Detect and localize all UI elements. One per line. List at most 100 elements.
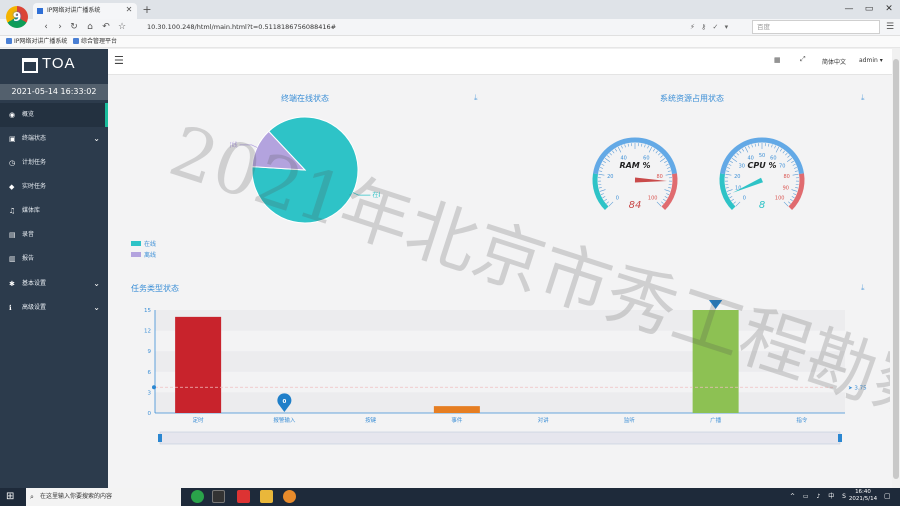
browser-tab[interactable]: IP网络对讲广播系统	[33, 3, 137, 19]
sidebar-item-7[interactable]: ✱ 基本设置 ⌄	[0, 272, 108, 296]
gauge-tick	[793, 193, 797, 195]
taskbar-wps-icon[interactable]	[237, 490, 250, 503]
bar-3[interactable]	[433, 406, 480, 413]
bookmark-management[interactable]: 综合管理平台	[73, 36, 117, 48]
minimize-icon[interactable]: —	[842, 2, 856, 16]
cpu-gauge: 010203040 50 60708090100CPU %8	[719, 137, 805, 211]
bar-6[interactable]	[692, 310, 739, 413]
gauge-tick	[782, 150, 785, 154]
fullscreen-icon[interactable]: ⤢	[800, 55, 806, 64]
sidebar-item-3[interactable]: ◆ 实时任务	[0, 175, 108, 199]
bookmark-ip-broadcast[interactable]: IP网络对讲广播系统	[6, 36, 67, 48]
gauge-tick	[792, 163, 796, 166]
chevron-down-icon[interactable]: ⌄	[93, 127, 100, 151]
bar-0[interactable]	[175, 316, 222, 413]
y-tick-label: 15	[144, 308, 151, 314]
gauge-tick-label: 0	[616, 196, 619, 202]
sidebar-item-label: 报告	[22, 255, 35, 262]
reload-icon[interactable]: ↻	[68, 20, 80, 34]
grid-band	[155, 392, 845, 413]
legend-online[interactable]: 在线	[131, 239, 156, 248]
scrollbar-thumb[interactable]	[893, 59, 899, 479]
legend-offline[interactable]: 离线	[131, 250, 156, 259]
language-select[interactable]: 简体中文	[822, 57, 846, 66]
search-input[interactable]: 百度	[752, 20, 880, 34]
sidebar-item-label: 终端状态	[22, 135, 47, 142]
zoom-handle-right[interactable]	[838, 434, 842, 442]
download-icon[interactable]: ⤓	[474, 93, 478, 103]
sidebar-item-0[interactable]: ◉ 概览	[0, 103, 108, 127]
x-tick-label: 指令	[796, 416, 808, 424]
new-tab-button[interactable]: +	[141, 3, 153, 17]
system-tray[interactable]: ^ ▭ ♪ 中 S	[790, 491, 849, 500]
star-icon[interactable]: ☆	[116, 20, 128, 34]
chevron-down-icon[interactable]: ⌄	[93, 296, 100, 320]
gauge-tick	[741, 148, 745, 152]
notification-icon[interactable]: ▢	[884, 492, 891, 500]
clock-icon: ◷	[9, 159, 16, 167]
gauge-tick	[647, 145, 649, 149]
gauge-tick	[668, 187, 672, 189]
gauge-tick	[599, 189, 606, 192]
gauge-tick	[608, 201, 614, 207]
address-bar[interactable]: 10.30.100.248/html/main.html?t=0.5118186…	[139, 21, 699, 34]
home-icon[interactable]: ⌂	[84, 20, 96, 34]
tab-close-icon[interactable]: ✕	[124, 3, 134, 17]
music-icon: ♫	[9, 207, 16, 215]
terminal-status-title: 终端在线状态	[281, 94, 329, 103]
gauge-tick	[602, 160, 606, 163]
zoom-handle-left[interactable]	[158, 434, 162, 442]
sidebar-item-2[interactable]: ◷ 计划任务	[0, 151, 108, 175]
terminal-icon: ▣	[9, 135, 16, 143]
forward-icon[interactable]: ›	[54, 20, 66, 34]
task-status-title: 任务类型状态	[131, 284, 179, 293]
taskbar-app-icon[interactable]	[191, 490, 204, 503]
windows-start-icon[interactable]: ⊞	[6, 491, 14, 502]
legend-swatch	[131, 241, 141, 246]
sidebar-item-label: 概览	[22, 111, 35, 118]
back-icon[interactable]: ‹	[40, 20, 52, 34]
browser-menu-icon[interactable]: ☰	[884, 20, 896, 34]
gauge-tick	[655, 150, 658, 154]
terminal-pie-chart: 在线 离线	[230, 116, 380, 224]
gauge-tick	[659, 158, 666, 163]
download-icon[interactable]: ⤓	[861, 283, 865, 293]
bookmarks-bar: IP网络对讲广播系统 综合管理平台	[0, 36, 900, 48]
taskbar-browser-icon[interactable]	[283, 490, 296, 503]
favicon-icon	[37, 8, 43, 14]
gauge-value: 84	[629, 200, 642, 211]
download-icon[interactable]: ⤓	[861, 93, 865, 103]
sidebar-item-4[interactable]: ♫ 媒体库	[0, 199, 108, 223]
taskbar-clock[interactable]: 16:40 2021/5/14	[848, 489, 878, 503]
apps-grid-icon[interactable]: ▦	[774, 56, 781, 64]
hamburger-menu-icon[interactable]: ☰	[114, 55, 128, 67]
sidebar-item-8[interactable]: ℹ 高级设置 ⌄	[0, 296, 108, 320]
undo-icon[interactable]: ↶	[100, 20, 112, 34]
y-tick-label: 0	[148, 411, 152, 417]
sidebar-item-6[interactable]: ▥ 报告	[0, 247, 108, 271]
y-tick-label: 9	[148, 349, 152, 355]
taskbar-search-input[interactable]: ⌕ 在这里输入你要搜索的内容	[26, 488, 181, 506]
taskbar-terminal-icon[interactable]	[212, 490, 225, 503]
sidebar-item-1[interactable]: ▣ 终端状态 ⌄	[0, 127, 108, 151]
gauge-tick	[598, 187, 602, 189]
sidebar-item-label: 媒体库	[22, 207, 41, 214]
address-bar-icons[interactable]: ⚡ ⚷ ✓ ▾	[690, 21, 730, 34]
url-text: 10.30.100.248/html/main.html?t=0.5118186…	[147, 23, 337, 31]
y-tick-label: 12	[144, 329, 151, 335]
gauge-tick	[791, 196, 795, 199]
maximize-icon[interactable]: ▭	[862, 2, 876, 16]
gauge-tick-label: 0	[743, 196, 746, 202]
task-bar-chart: 0 3 6 9 12 15 定时 报警输入 按键 事件 对讲 监听 广播 指令 ➤ 3.75 0 15	[144, 300, 867, 445]
gauge-tick-label: 20	[607, 174, 613, 180]
x-tick-label: 定时	[193, 416, 205, 424]
chevron-down-icon[interactable]: ⌄	[93, 272, 100, 296]
user-menu[interactable]: admin ▾	[859, 57, 883, 64]
gauge-tick-label: 20	[734, 174, 740, 180]
sidebar-item-5[interactable]: ▤ 录音	[0, 223, 108, 247]
zoom-slider-track[interactable]	[159, 431, 841, 445]
gauge-tick	[725, 187, 729, 189]
taskbar-folder-icon[interactable]	[260, 490, 273, 503]
gauge-tick-label: 50	[759, 153, 765, 159]
close-window-icon[interactable]: ✕	[882, 2, 896, 16]
